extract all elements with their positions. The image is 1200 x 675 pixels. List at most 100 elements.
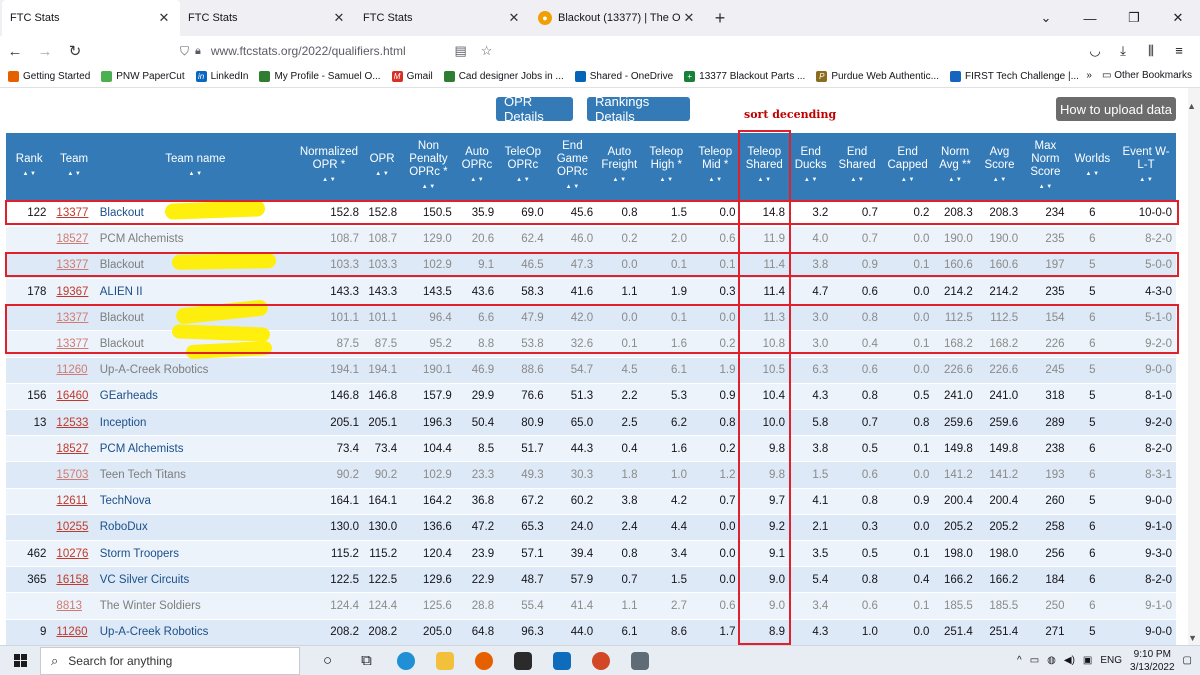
tab-blackout[interactable]: ● Blackout (13377) | The Orange A ✕ xyxy=(530,0,705,36)
reload-icon[interactable]: ↻ xyxy=(60,42,90,60)
sort-arrows-icon[interactable]: ▲ ▼ xyxy=(935,174,974,187)
bookmarks-overflow-icon[interactable]: » xyxy=(1086,70,1092,81)
sort-arrows-icon[interactable]: ▲ ▼ xyxy=(403,181,454,194)
team-name-link[interactable]: Up-A-Creek Robotics xyxy=(100,364,209,376)
team-name-link[interactable]: ALIEN II xyxy=(100,286,143,298)
cortana-icon[interactable]: ○ xyxy=(308,646,347,675)
bookmark-item[interactable]: M Gmail xyxy=(391,71,433,82)
close-icon[interactable]: ✕ xyxy=(506,10,522,26)
mail-icon[interactable] xyxy=(542,646,581,675)
sort-arrows-icon[interactable]: ▲ ▼ xyxy=(1118,174,1174,187)
team-number-link[interactable]: 13377 xyxy=(56,259,88,271)
bookmark-star-icon[interactable]: ☆ xyxy=(476,43,498,59)
bookmark-item[interactable]: Cad designer Jobs in ... xyxy=(443,71,564,82)
team-number-link[interactable]: 19367 xyxy=(56,286,88,298)
sort-arrows-icon[interactable]: ▲ ▼ xyxy=(458,174,496,187)
url-bar[interactable]: ⛉ 🔒︎ www.ftcstats.org/2022/qualifiers.ht… xyxy=(180,37,990,65)
bookmark-item[interactable]: in LinkedIn xyxy=(195,71,248,82)
tray-chevron-icon[interactable]: ^ xyxy=(1017,655,1022,666)
sort-arrows-icon[interactable]: ▲ ▼ xyxy=(297,174,361,187)
column-header[interactable]: Team ▲ ▼ xyxy=(52,133,96,200)
column-header[interactable]: Avg Score ▲ ▼ xyxy=(976,133,1023,200)
bookmark-item[interactable]: PNW PaperCut xyxy=(101,71,185,82)
column-header[interactable]: Event W-L-T ▲ ▼ xyxy=(1116,133,1176,200)
sort-arrows-icon[interactable]: ▲ ▼ xyxy=(98,168,293,181)
firefox-icon[interactable] xyxy=(464,646,503,675)
column-header[interactable]: Worlds ▲ ▼ xyxy=(1068,133,1117,200)
bookmark-item[interactable]: P Purdue Web Authentic... xyxy=(816,71,939,82)
sort-arrows-icon[interactable]: ▲ ▼ xyxy=(884,174,932,187)
sort-arrows-icon[interactable]: ▲ ▼ xyxy=(791,174,830,187)
team-number-link[interactable]: 16460 xyxy=(56,390,88,402)
network-icon[interactable]: ◍ xyxy=(1047,655,1056,666)
column-header[interactable]: Team name ▲ ▼ xyxy=(95,133,295,200)
bookmark-item[interactable]: Getting Started xyxy=(8,71,90,82)
team-number-link[interactable]: 8813 xyxy=(56,600,82,612)
scroll-up-icon[interactable]: ▲ xyxy=(1187,101,1196,111)
team-name-link[interactable]: Storm Troopers xyxy=(100,548,179,560)
column-header[interactable]: TeleOp OPRc ▲ ▼ xyxy=(498,133,548,200)
scroll-down-icon[interactable]: ▼ xyxy=(1188,633,1197,643)
team-number-link[interactable]: 13377 xyxy=(56,207,88,219)
tab-ftc-stats-3[interactable]: FTC Stats ✕ xyxy=(355,0,530,36)
team-number-link[interactable]: 16158 xyxy=(56,574,88,586)
column-header[interactable]: End Capped ▲ ▼ xyxy=(881,133,934,200)
team-name-link[interactable]: GEarheads xyxy=(100,390,158,402)
sort-arrows-icon[interactable]: ▲ ▼ xyxy=(742,174,788,187)
column-header[interactable]: Non Penalty OPRc * ▲ ▼ xyxy=(401,133,456,200)
url-text[interactable]: www.ftcstats.org/2022/qualifiers.html xyxy=(211,44,406,58)
team-name-link[interactable]: Blackout xyxy=(100,207,144,219)
team-name-link[interactable]: Blackout xyxy=(100,312,144,324)
tab-ftc-stats-1[interactable]: FTC Stats ✕ xyxy=(2,0,180,36)
other-bookmarks[interactable]: ▭ Other Bookmarks xyxy=(1102,70,1192,81)
team-number-link[interactable]: 18527 xyxy=(56,443,88,455)
column-header[interactable]: Normalized OPR * ▲ ▼ xyxy=(294,133,363,200)
bookmark-item[interactable]: My Profile - Samuel O... xyxy=(259,71,381,82)
team-number-link[interactable]: 18527 xyxy=(56,233,88,245)
column-header[interactable]: End Shared ▲ ▼ xyxy=(832,133,882,200)
team-number-link[interactable]: 11260 xyxy=(56,364,87,376)
sticky-notes-icon[interactable] xyxy=(503,646,542,675)
volume-icon[interactable]: ◀) xyxy=(1064,655,1075,666)
file-explorer-icon[interactable] xyxy=(425,646,464,675)
team-number-link[interactable]: 13377 xyxy=(56,338,88,350)
column-header[interactable]: Auto Freight ▲ ▼ xyxy=(597,133,642,200)
team-number-link[interactable]: 15703 xyxy=(56,469,88,481)
tab-ftc-stats-2[interactable]: FTC Stats ✕ xyxy=(180,0,355,36)
task-view-icon[interactable]: ⧉ xyxy=(347,646,386,675)
column-header[interactable]: Teleop High * ▲ ▼ xyxy=(641,133,692,200)
team-name-link[interactable]: The Winter Soldiers xyxy=(100,600,201,612)
team-number-link[interactable]: 12611 xyxy=(56,495,87,507)
column-header[interactable]: Rank ▲ ▼ xyxy=(6,133,53,200)
bookmark-item[interactable]: Shared - OneDrive xyxy=(574,71,673,82)
bookmark-item[interactable]: +13377 Blackout Parts ... xyxy=(684,71,805,82)
page-scrollbar[interactable]: ▲ ▼ xyxy=(1187,88,1200,645)
back-icon[interactable]: ← xyxy=(0,43,30,60)
column-header[interactable]: End Game OPRc ▲ ▼ xyxy=(547,133,598,200)
close-icon[interactable]: ✕ xyxy=(681,10,697,26)
team-number-link[interactable]: 11260 xyxy=(56,626,87,638)
team-name-link[interactable]: Blackout xyxy=(100,338,144,350)
team-number-link[interactable]: 10255 xyxy=(56,521,88,533)
new-tab-button[interactable]: + xyxy=(705,0,735,36)
sort-arrows-icon[interactable]: ▲ ▼ xyxy=(1024,181,1066,194)
column-header[interactable]: Auto OPRc ▲ ▼ xyxy=(455,133,499,200)
team-name-link[interactable]: RoboDux xyxy=(100,521,148,533)
sort-arrows-icon[interactable]: ▲ ▼ xyxy=(693,174,737,187)
edge-icon[interactable] xyxy=(386,646,425,675)
close-window-icon[interactable]: ✕ xyxy=(1156,0,1200,36)
forward-icon[interactable]: → xyxy=(30,43,60,60)
sort-arrows-icon[interactable]: ▲ ▼ xyxy=(550,181,596,194)
language-indicator[interactable]: ENG xyxy=(1100,655,1122,666)
battery-icon[interactable]: ▭ xyxy=(1030,655,1039,666)
minimize-icon[interactable]: — xyxy=(1068,0,1112,36)
team-name-link[interactable]: VC Silver Circuits xyxy=(100,574,189,586)
team-name-link[interactable]: Teen Tech Titans xyxy=(100,469,186,481)
library-icon[interactable]: ⫼ xyxy=(1140,43,1162,59)
column-header[interactable]: Norm Avg ** ▲ ▼ xyxy=(933,133,977,200)
upload-data-button[interactable]: How to upload data xyxy=(1056,97,1176,121)
sort-arrows-icon[interactable]: ▲ ▼ xyxy=(644,174,690,187)
lock-icon[interactable]: 🔒︎ xyxy=(195,45,201,58)
shield-icon[interactable]: ⛉ xyxy=(180,44,189,59)
column-header[interactable]: Max Norm Score ▲ ▼ xyxy=(1022,133,1069,200)
